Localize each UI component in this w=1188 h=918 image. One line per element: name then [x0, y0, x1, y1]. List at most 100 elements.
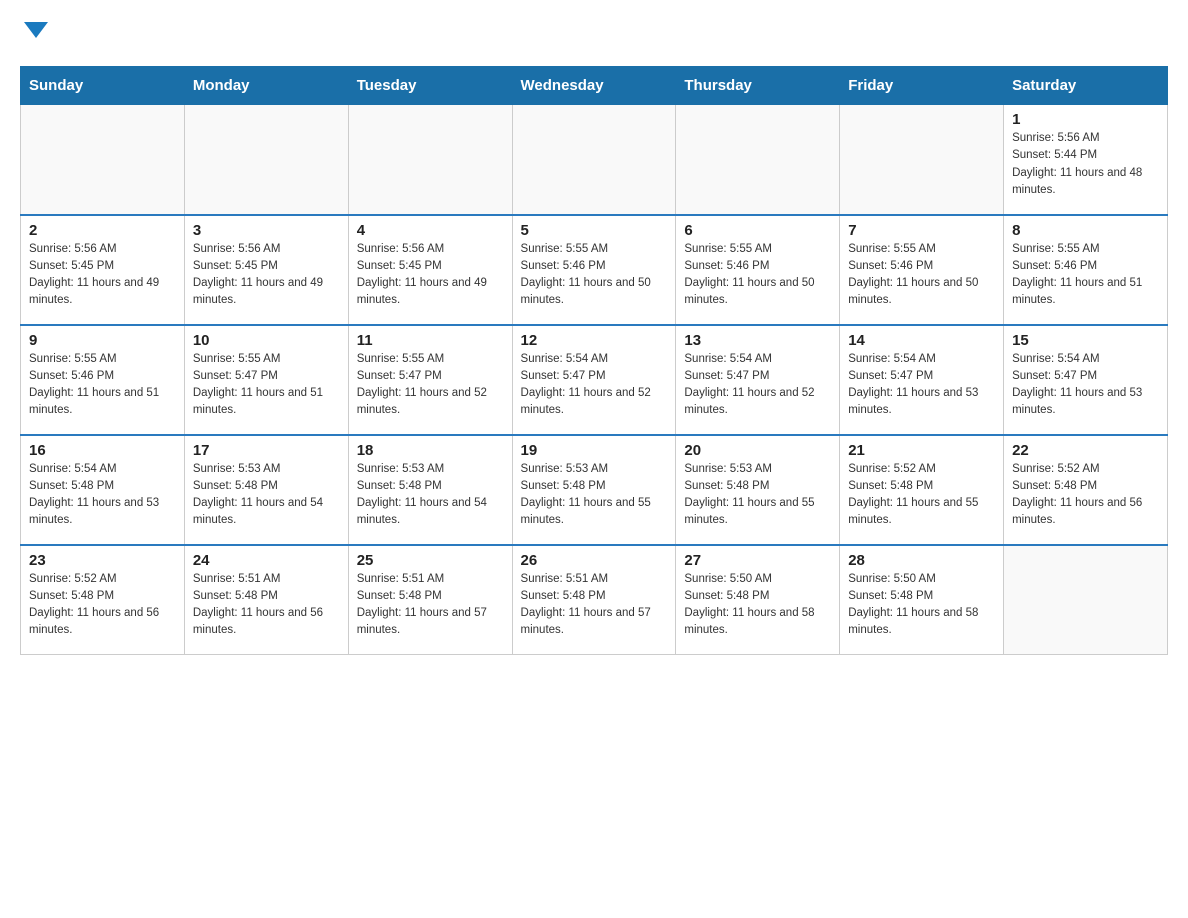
day-of-week-header: Sunday — [21, 67, 185, 105]
calendar-cell — [21, 105, 185, 215]
day-number: 7 — [848, 222, 995, 239]
day-number: 18 — [357, 442, 504, 459]
day-number: 6 — [684, 222, 831, 239]
day-info: Sunrise: 5:53 AM Sunset: 5:48 PM Dayligh… — [521, 461, 668, 530]
day-number: 2 — [29, 222, 176, 239]
calendar-table: SundayMondayTuesdayWednesdayThursdayFrid… — [20, 66, 1168, 655]
calendar-cell: 7 Sunrise: 5:55 AM Sunset: 5:46 PM Daylig… — [840, 215, 1004, 325]
day-number: 22 — [1012, 442, 1159, 459]
calendar-cell: 1 Sunrise: 5:56 AM Sunset: 5:44 PM Daylig… — [1004, 105, 1168, 215]
day-info: Sunrise: 5:54 AM Sunset: 5:48 PM Dayligh… — [29, 461, 176, 530]
calendar-cell: 24 Sunrise: 5:51 AM Sunset: 5:48 PM Dayli… — [184, 545, 348, 655]
calendar-cell: 11 Sunrise: 5:55 AM Sunset: 5:47 PM Dayli… — [348, 325, 512, 435]
day-of-week-header: Friday — [840, 67, 1004, 105]
day-info: Sunrise: 5:52 AM Sunset: 5:48 PM Dayligh… — [848, 461, 995, 530]
day-number: 8 — [1012, 222, 1159, 239]
day-info: Sunrise: 5:52 AM Sunset: 5:48 PM Dayligh… — [29, 571, 176, 640]
day-number: 24 — [193, 552, 340, 569]
calendar-cell: 2Sunrise: 5:56 AM Sunset: 5:45 PM Daylig… — [21, 215, 185, 325]
day-number: 17 — [193, 442, 340, 459]
calendar-cell: 19 Sunrise: 5:53 AM Sunset: 5:48 PM Dayli… — [512, 435, 676, 545]
calendar-cell: 6 Sunrise: 5:55 AM Sunset: 5:46 PM Daylig… — [676, 215, 840, 325]
calendar-week-row: 16 Sunrise: 5:54 AM Sunset: 5:48 PM Dayli… — [21, 435, 1168, 545]
day-number: 20 — [684, 442, 831, 459]
day-info: Sunrise: 5:54 AM Sunset: 5:47 PM Dayligh… — [1012, 351, 1159, 420]
calendar-cell: 25Sunrise: 5:51 AM Sunset: 5:48 PM Dayli… — [348, 545, 512, 655]
day-info: Sunrise: 5:52 AM Sunset: 5:48 PM Dayligh… — [1012, 461, 1159, 530]
calendar-cell: 16 Sunrise: 5:54 AM Sunset: 5:48 PM Dayli… — [21, 435, 185, 545]
day-number: 25 — [357, 552, 504, 569]
day-info: Sunrise: 5:56 AM Sunset: 5:44 PM Dayligh… — [1012, 130, 1159, 199]
page-header — [20, 20, 1168, 50]
day-number: 21 — [848, 442, 995, 459]
calendar-cell: 3 Sunrise: 5:56 AM Sunset: 5:45 PM Daylig… — [184, 215, 348, 325]
day-number: 26 — [521, 552, 668, 569]
calendar-cell: 4Sunrise: 5:56 AM Sunset: 5:45 PM Daylig… — [348, 215, 512, 325]
day-number: 19 — [521, 442, 668, 459]
day-info: Sunrise: 5:55 AM Sunset: 5:46 PM Dayligh… — [29, 351, 176, 420]
day-info: Sunrise: 5:53 AM Sunset: 5:48 PM Dayligh… — [193, 461, 340, 530]
day-number: 11 — [357, 332, 504, 349]
day-info: Sunrise: 5:55 AM Sunset: 5:47 PM Dayligh… — [357, 351, 504, 420]
day-info: Sunrise: 5:50 AM Sunset: 5:48 PM Dayligh… — [848, 571, 995, 640]
day-of-week-header: Monday — [184, 67, 348, 105]
day-number: 16 — [29, 442, 176, 459]
day-number: 27 — [684, 552, 831, 569]
day-number: 10 — [193, 332, 340, 349]
calendar-cell: 20 Sunrise: 5:53 AM Sunset: 5:48 PM Dayli… — [676, 435, 840, 545]
logo — [20, 20, 50, 50]
calendar-cell: 9 Sunrise: 5:55 AM Sunset: 5:46 PM Daylig… — [21, 325, 185, 435]
calendar-week-row: 2 Sunrise: 5:56 AM Sunset: 5:45 PM Daylig… — [21, 215, 1168, 325]
day-of-week-header: Wednesday — [512, 67, 676, 105]
day-info: Sunrise: 5:55 AM Sunset: 5:46 PM Dayligh… — [521, 241, 668, 310]
calendar-cell: 26 Sunrise: 5:51 AM Sunset: 5:48 PM Dayli… — [512, 545, 676, 655]
calendar-cell: 18 Sunrise: 5:53 AM Sunset: 5:48 PM Dayli… — [348, 435, 512, 545]
day-number: 3 — [193, 222, 340, 239]
calendar-cell: 27 Sunrise: 5:50 AM Sunset: 5:48 PM Dayli… — [676, 545, 840, 655]
day-info: Sunrise: 5:55 AM Sunset: 5:46 PM Dayligh… — [848, 241, 995, 310]
day-info: Sunrise: 5:53 AM Sunset: 5:48 PM Dayligh… — [684, 461, 831, 530]
calendar-cell: 17 Sunrise: 5:53 AM Sunset: 5:48 PM Dayli… — [184, 435, 348, 545]
day-info: Sunrise: 5:56 AM Sunset: 5:45 PM Dayligh… — [357, 241, 504, 310]
logo-icon — [22, 16, 50, 44]
calendar-cell: 5Sunrise: 5:55 AM Sunset: 5:46 PM Daylig… — [512, 215, 676, 325]
calendar-cell — [676, 105, 840, 215]
day-number: 28 — [848, 552, 995, 569]
day-info: Sunrise: 5:51 AM Sunset: 5:48 PM Dayligh… — [193, 571, 340, 640]
day-number: 1 — [1012, 111, 1159, 128]
calendar-cell: 13 Sunrise: 5:54 AM Sunset: 5:47 PM Dayli… — [676, 325, 840, 435]
day-info: Sunrise: 5:55 AM Sunset: 5:47 PM Dayligh… — [193, 351, 340, 420]
calendar-cell — [348, 105, 512, 215]
calendar-cell: 21 Sunrise: 5:52 AM Sunset: 5:48 PM Dayli… — [840, 435, 1004, 545]
calendar-header-row: SundayMondayTuesdayWednesdayThursdayFrid… — [21, 67, 1168, 105]
day-number: 9 — [29, 332, 176, 349]
calendar-cell — [1004, 545, 1168, 655]
day-info: Sunrise: 5:51 AM Sunset: 5:48 PM Dayligh… — [521, 571, 668, 640]
day-info: Sunrise: 5:54 AM Sunset: 5:47 PM Dayligh… — [521, 351, 668, 420]
calendar-cell: 28 Sunrise: 5:50 AM Sunset: 5:48 PM Dayli… — [840, 545, 1004, 655]
day-of-week-header: Saturday — [1004, 67, 1168, 105]
calendar-cell: 10 Sunrise: 5:55 AM Sunset: 5:47 PM Dayli… — [184, 325, 348, 435]
calendar-cell: 15 Sunrise: 5:54 AM Sunset: 5:47 PM Dayli… — [1004, 325, 1168, 435]
day-info: Sunrise: 5:55 AM Sunset: 5:46 PM Dayligh… — [684, 241, 831, 310]
day-number: 23 — [29, 552, 176, 569]
day-info: Sunrise: 5:54 AM Sunset: 5:47 PM Dayligh… — [684, 351, 831, 420]
calendar-cell: 22 Sunrise: 5:52 AM Sunset: 5:48 PM Dayli… — [1004, 435, 1168, 545]
day-info: Sunrise: 5:54 AM Sunset: 5:47 PM Dayligh… — [848, 351, 995, 420]
day-number: 13 — [684, 332, 831, 349]
day-of-week-header: Tuesday — [348, 67, 512, 105]
day-number: 14 — [848, 332, 995, 349]
day-info: Sunrise: 5:50 AM Sunset: 5:48 PM Dayligh… — [684, 571, 831, 640]
day-info: Sunrise: 5:56 AM Sunset: 5:45 PM Dayligh… — [193, 241, 340, 310]
calendar-cell — [512, 105, 676, 215]
day-info: Sunrise: 5:53 AM Sunset: 5:48 PM Dayligh… — [357, 461, 504, 530]
day-of-week-header: Thursday — [676, 67, 840, 105]
day-info: Sunrise: 5:55 AM Sunset: 5:46 PM Dayligh… — [1012, 241, 1159, 310]
calendar-cell: 23 Sunrise: 5:52 AM Sunset: 5:48 PM Dayli… — [21, 545, 185, 655]
calendar-week-row: 1 Sunrise: 5:56 AM Sunset: 5:44 PM Daylig… — [21, 105, 1168, 215]
calendar-cell: 14 Sunrise: 5:54 AM Sunset: 5:47 PM Dayli… — [840, 325, 1004, 435]
day-number: 12 — [521, 332, 668, 349]
calendar-cell: 8 Sunrise: 5:55 AM Sunset: 5:46 PM Daylig… — [1004, 215, 1168, 325]
calendar-cell: 12 Sunrise: 5:54 AM Sunset: 5:47 PM Dayli… — [512, 325, 676, 435]
day-number: 15 — [1012, 332, 1159, 349]
